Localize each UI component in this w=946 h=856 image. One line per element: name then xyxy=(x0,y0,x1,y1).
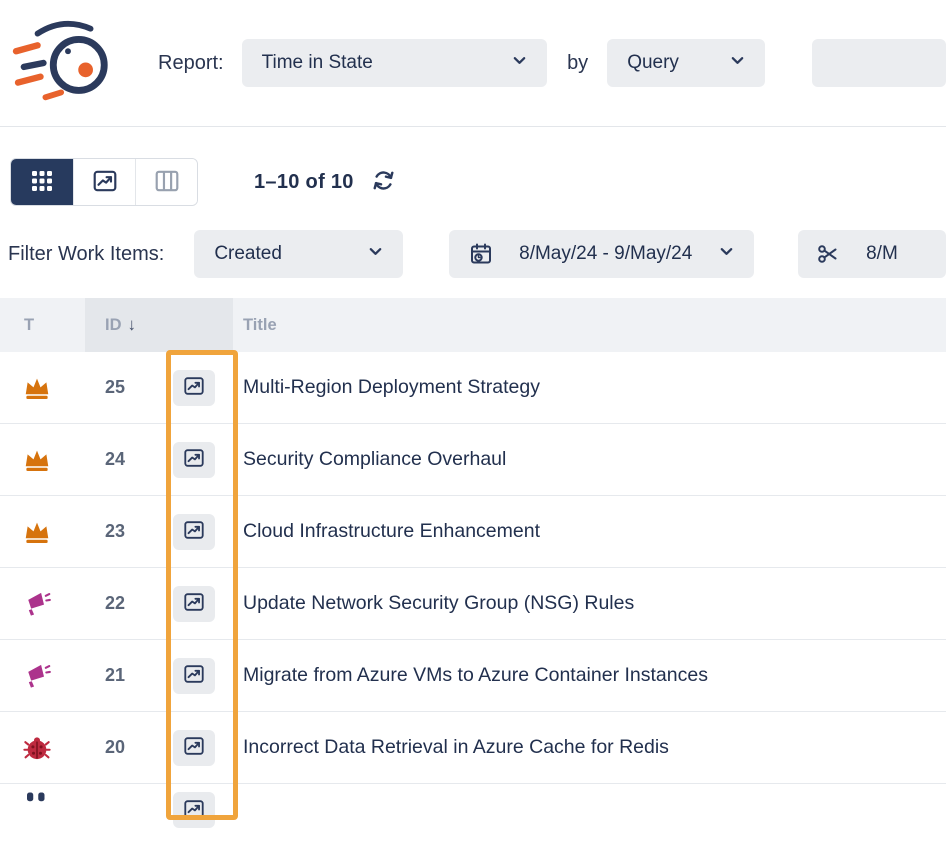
work-item-id: 24 xyxy=(105,449,129,470)
chart-icon xyxy=(183,798,205,823)
view-grid-button[interactable] xyxy=(11,159,73,205)
crown-icon xyxy=(22,445,52,475)
chart-button[interactable] xyxy=(173,658,215,694)
table-row: 25 Multi-Region Deployment Strategy xyxy=(0,352,946,424)
chevron-down-icon xyxy=(730,53,745,73)
work-item-id: 22 xyxy=(105,593,129,614)
column-header-id[interactable]: ID ↓ xyxy=(85,298,233,352)
chart-button[interactable] xyxy=(173,586,215,622)
table-row: 24 Security Compliance Overhaul xyxy=(0,424,946,496)
table-row: 20 Incorrect Data Retrieval in Azure Cac… xyxy=(0,712,946,784)
megaphone-icon xyxy=(22,661,52,691)
group-by-dropdown-value: Query xyxy=(627,52,679,74)
chart-icon xyxy=(183,375,205,400)
work-item-title[interactable]: Cloud Infrastructure Enhancement xyxy=(243,520,540,543)
board-icon xyxy=(154,168,180,197)
chart-button[interactable] xyxy=(173,370,215,406)
chart-button[interactable] xyxy=(173,730,215,766)
work-item-id: 20 xyxy=(105,737,129,758)
chevron-down-icon xyxy=(512,53,527,73)
date-range-dropdown[interactable]: 8/May/24 - 9/May/24 xyxy=(449,230,754,278)
work-item-id: 23 xyxy=(105,521,129,542)
crown-icon xyxy=(22,373,52,403)
created-filter-value: Created xyxy=(214,243,282,265)
table-row: 23 Cloud Infrastructure Enhancement xyxy=(0,496,946,568)
refresh-icon xyxy=(370,167,397,197)
grid-icon xyxy=(30,169,54,196)
chart-button[interactable] xyxy=(173,792,215,828)
table-row: 21 Migrate from Azure VMs to Azure Conta… xyxy=(0,640,946,712)
work-item-title[interactable]: Security Compliance Overhaul xyxy=(243,448,506,471)
chart-button[interactable] xyxy=(173,442,215,478)
filterbar: Filter Work Items: Created 8/May/24 - 9/… xyxy=(0,230,946,278)
chart-icon xyxy=(183,663,205,688)
app-logo xyxy=(8,14,126,112)
view-toggle xyxy=(10,158,198,206)
filter-label: Filter Work Items: xyxy=(8,243,164,266)
table-row xyxy=(0,784,946,856)
group-by-dropdown[interactable]: Query xyxy=(607,39,765,87)
crown-icon xyxy=(22,517,52,547)
line-chart-icon xyxy=(92,168,118,197)
work-item-title[interactable]: Update Network Security Group (NSG) Rule… xyxy=(243,592,634,615)
sort-desc-arrow: ↓ xyxy=(128,315,137,335)
report-dropdown-value: Time in State xyxy=(262,52,373,74)
work-item-title[interactable]: Migrate from Azure VMs to Azure Containe… xyxy=(243,664,708,687)
chart-icon xyxy=(183,447,205,472)
megaphone-icon xyxy=(22,589,52,619)
chart-button[interactable] xyxy=(173,514,215,550)
view-board-button[interactable] xyxy=(135,159,197,205)
view-chart-button[interactable] xyxy=(73,159,135,205)
calendar-clock-icon xyxy=(469,242,493,266)
column-header-type[interactable]: T xyxy=(0,298,85,352)
report-label: Report: xyxy=(158,52,224,75)
chart-icon xyxy=(183,519,205,544)
work-item-title[interactable]: Multi-Region Deployment Strategy xyxy=(243,376,540,399)
work-item-title[interactable]: Incorrect Data Retrieval in Azure Cache … xyxy=(243,736,669,759)
bug-icon xyxy=(22,733,52,763)
by-label: by xyxy=(567,52,588,75)
column-header-id-label: ID xyxy=(105,316,122,335)
table-row: 22 Update Network Security Group (NSG) R… xyxy=(0,568,946,640)
scissors-icon xyxy=(816,242,840,266)
topbar: Report: Time in State by Query xyxy=(0,0,946,127)
chevron-down-icon xyxy=(719,244,734,264)
date-range-value: 8/May/24 - 9/May/24 xyxy=(519,243,705,265)
table-body: 25 Multi-Region Deployment Strategy xyxy=(0,352,946,856)
created-filter-dropdown[interactable]: Created xyxy=(194,230,403,278)
toolbar: 1–10 of 10 xyxy=(0,158,946,206)
clipped-filter-dropdown[interactable]: 8/M xyxy=(798,230,946,278)
chevron-down-icon xyxy=(368,244,383,264)
work-item-id: 21 xyxy=(105,665,129,686)
chart-icon xyxy=(183,735,205,760)
chart-icon xyxy=(183,591,205,616)
clipped-topbar-dropdown[interactable] xyxy=(812,39,946,87)
dots-icon xyxy=(22,790,52,820)
report-dropdown[interactable]: Time in State xyxy=(242,39,547,87)
column-header-title[interactable]: Title xyxy=(233,298,946,352)
clipped-filter-value: 8/M xyxy=(866,243,898,265)
table-header: T ID ↓ Title xyxy=(0,298,946,352)
work-item-id: 25 xyxy=(105,377,129,398)
refresh-button[interactable] xyxy=(370,167,397,197)
work-items-table: T ID ↓ Title 25 xyxy=(0,298,946,856)
items-count: 1–10 of 10 xyxy=(254,171,354,194)
